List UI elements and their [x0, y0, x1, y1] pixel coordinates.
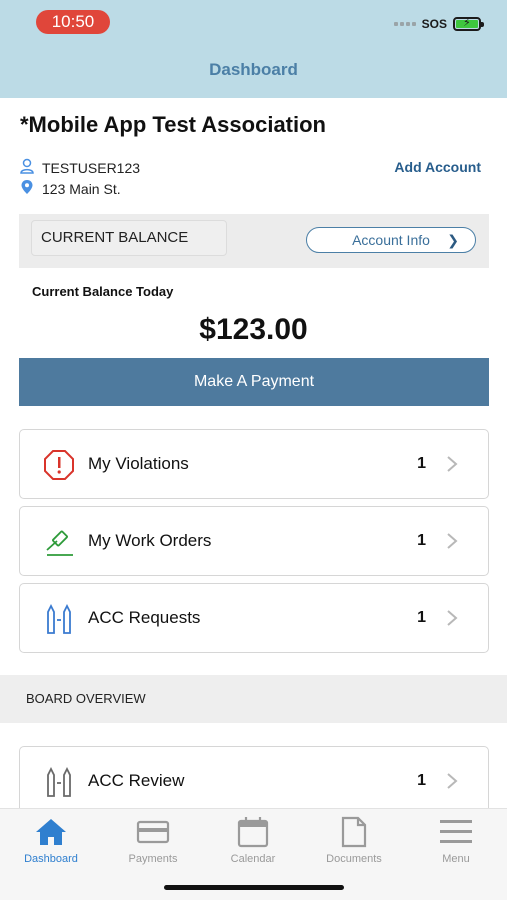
user-row: TESTUSER123: [20, 158, 140, 177]
list-item-acc-requests[interactable]: ACC Requests 1: [19, 583, 489, 653]
list-item-violations[interactable]: My Violations 1: [19, 429, 489, 499]
list-item-label: My Violations: [88, 454, 189, 473]
board-overview-header: BOARD OVERVIEW: [0, 675, 507, 723]
tab-label: Documents: [326, 853, 382, 865]
app-header: 10:50 SOS ⚡ Dashboard: [0, 0, 507, 98]
work-order-hammer-icon: [42, 525, 76, 559]
address-text: 123 Main St.: [42, 180, 121, 197]
chevron-right-icon: [447, 773, 458, 789]
battery-icon: ⚡: [453, 17, 484, 31]
document-icon: [336, 815, 372, 849]
page-title: Dashboard: [209, 60, 298, 79]
chevron-right-icon: [447, 610, 458, 626]
current-balance-label: CURRENT BALANCE: [31, 220, 227, 256]
list-item-acc-review[interactable]: ACC Review 1: [19, 746, 489, 816]
address-row: 123 Main St.: [20, 179, 121, 198]
make-payment-button[interactable]: Make A Payment: [19, 358, 489, 406]
balance-bar: CURRENT BALANCE Account Info ❯: [19, 214, 489, 268]
list-item-count: 1: [417, 532, 426, 549]
carrier-label: SOS: [421, 17, 447, 31]
tab-menu[interactable]: Menu: [411, 815, 501, 865]
tab-label: Payments: [128, 853, 178, 865]
acc-request-icon: [42, 602, 76, 636]
tab-documents[interactable]: Documents: [309, 815, 399, 865]
status-time: 10:50: [36, 10, 110, 34]
username: TESTUSER123: [42, 159, 141, 176]
tab-label: Menu: [442, 853, 470, 865]
status-indicators: SOS ⚡: [393, 14, 484, 34]
balance-amount: $123.00: [199, 313, 308, 346]
chevron-right-icon: ❯: [447, 232, 459, 248]
signal-icon: [393, 22, 416, 26]
list-item-label: ACC Review: [88, 771, 185, 790]
acc-review-icon: [42, 765, 76, 799]
location-pin-icon: [20, 179, 34, 198]
calendar-icon: [235, 815, 271, 849]
tab-dashboard[interactable]: Dashboard: [6, 815, 96, 865]
tab-label: Calendar: [230, 853, 276, 865]
credit-card-icon: [135, 815, 171, 849]
add-account-link[interactable]: Add Account: [394, 159, 481, 175]
home-indicator[interactable]: [164, 885, 344, 890]
violation-alert-icon: [42, 448, 76, 482]
tab-calendar[interactable]: Calendar: [208, 815, 298, 865]
balance-caption: Current Balance Today: [32, 284, 174, 299]
account-info-label: Account Info: [352, 232, 430, 248]
association-name: *Mobile App Test Association: [20, 112, 326, 137]
list-item-count: 1: [417, 772, 426, 789]
tab-payments[interactable]: Payments: [108, 815, 198, 865]
menu-icon: [438, 815, 474, 849]
list-item-count: 1: [417, 455, 426, 472]
user-icon: [20, 158, 34, 177]
list-item-count: 1: [417, 609, 426, 626]
home-icon: [33, 815, 69, 849]
account-info-button[interactable]: Account Info ❯: [306, 227, 476, 253]
list-item-work-orders[interactable]: My Work Orders 1: [19, 506, 489, 576]
chevron-right-icon: [447, 456, 458, 472]
chevron-right-icon: [447, 533, 458, 549]
tab-label: Dashboard: [24, 853, 78, 865]
list-item-label: ACC Requests: [88, 608, 201, 627]
list-item-label: My Work Orders: [88, 531, 212, 550]
